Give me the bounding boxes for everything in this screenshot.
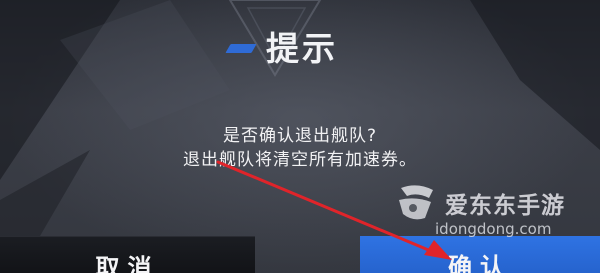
watermark-logo-icon (399, 185, 433, 220)
watermark-name: 爱东东手游 (445, 193, 565, 219)
site-watermark: 爱东东手游 idongdong.com (395, 182, 595, 242)
watermark-url: idongdong.com (435, 220, 552, 238)
exit-fleet-dialog: 提示 是否确认退出舰队? 退出舰队将清空所有加速券。 取消 确认 爱东东手游 i… (0, 0, 600, 273)
